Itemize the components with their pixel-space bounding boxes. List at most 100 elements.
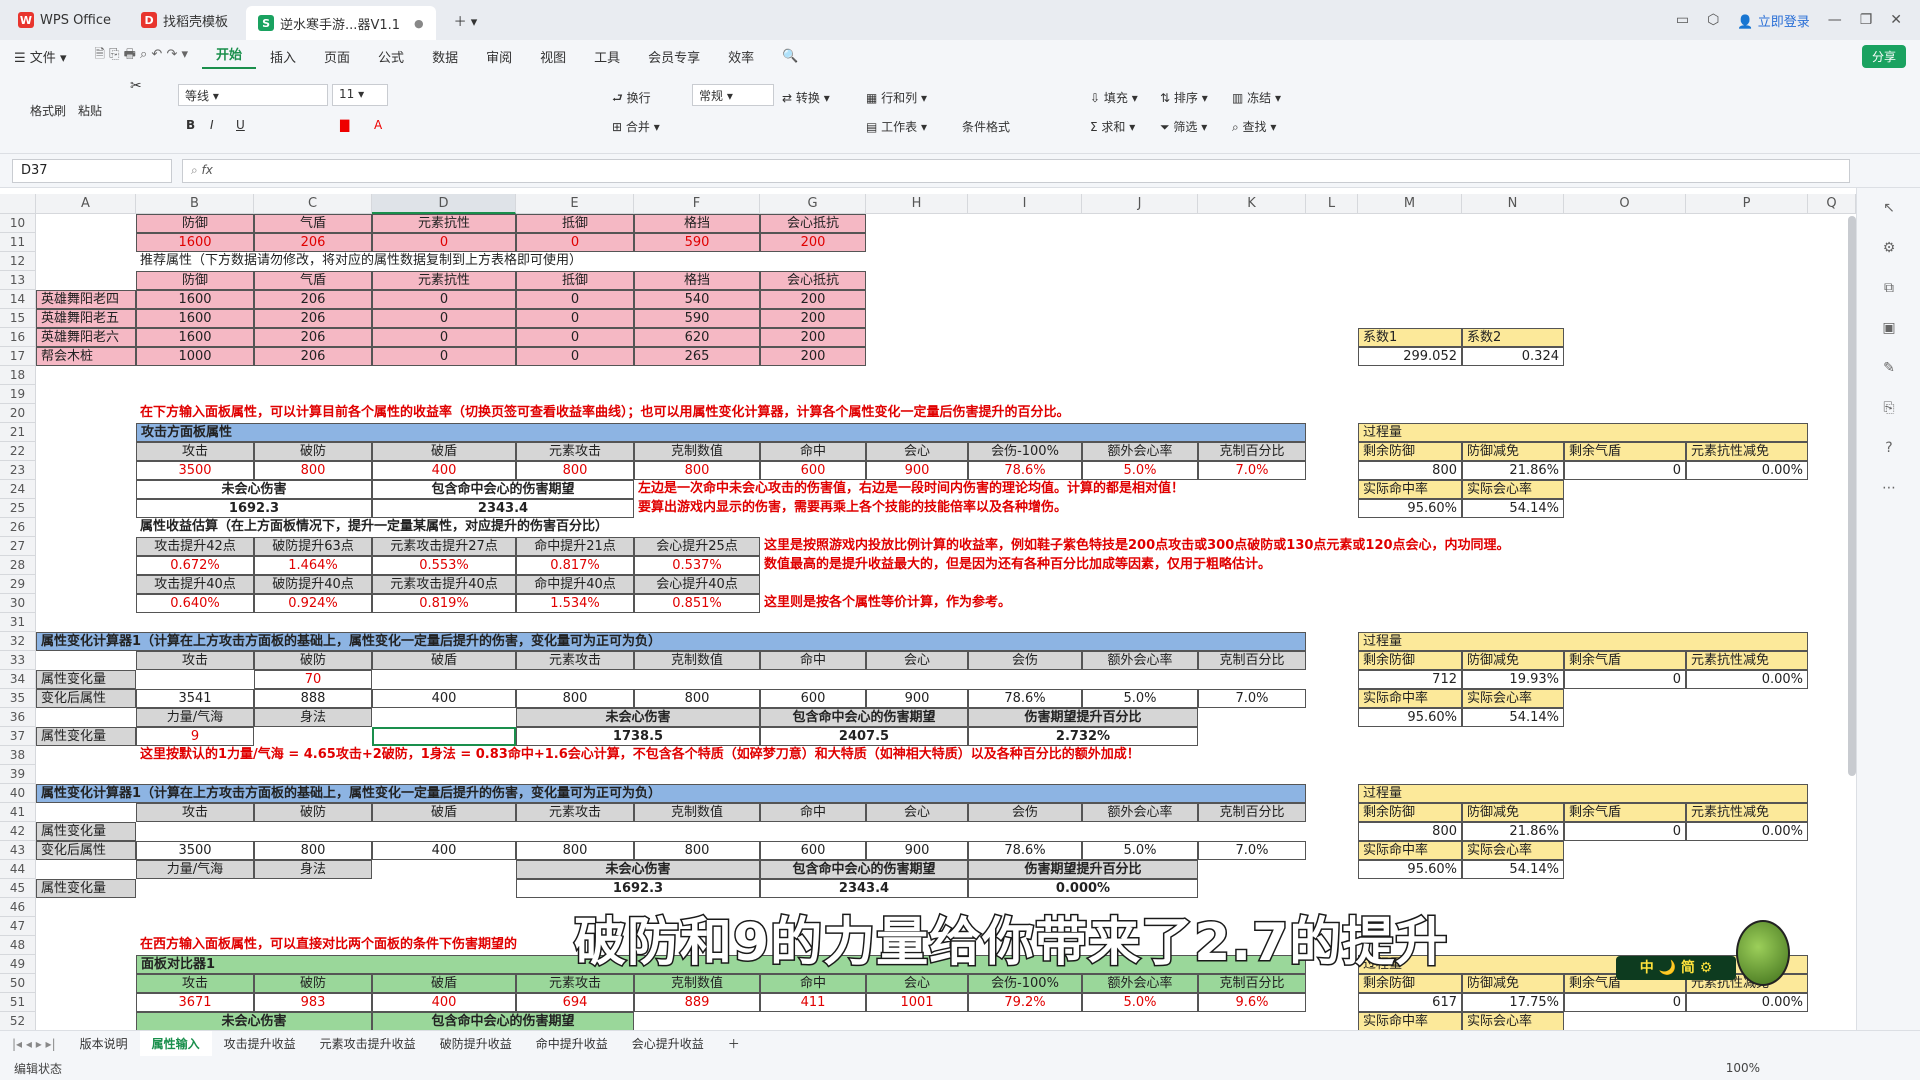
cell[interactable]: 攻击 [136,974,254,993]
selected-cell[interactable] [372,727,516,746]
search-icon[interactable]: 🔍 [768,49,812,64]
row-header[interactable]: 21 [0,423,36,442]
cell[interactable]: 299.052 [1358,347,1462,366]
cell[interactable]: 变化后属性 [36,841,136,860]
cell[interactable]: 206 [254,328,372,347]
row-header[interactable]: 41 [0,803,36,822]
cell[interactable]: 攻击 [136,803,254,822]
cell[interactable]: 1600 [136,309,254,328]
cell[interactable]: 剩余防御 [1358,974,1462,993]
underline-icon[interactable]: U [236,118,245,132]
cell[interactable]: 800 [516,461,634,480]
col-header[interactable]: N [1462,194,1564,214]
layout-icon[interactable]: ▭ [1676,12,1689,28]
cell[interactable]: 200 [760,290,866,309]
cell[interactable]: 这里则是按各个属性等价计算，作为参考。 [760,594,1358,613]
cond-format-button[interactable]: 条件格式 [962,118,1010,135]
cell[interactable]: 元素攻击提升40点 [372,575,516,594]
cell[interactable]: 破防 [254,974,372,993]
cell[interactable]: 2407.5 [760,727,968,746]
cell[interactable]: 78.6% [968,841,1082,860]
cell[interactable]: 78.6% [968,689,1082,708]
font-color-icon[interactable]: A [374,118,382,132]
vertical-scrollbar[interactable] [1848,216,1856,776]
cell[interactable]: 400 [372,841,516,860]
row-header[interactable]: 42 [0,822,36,841]
cell[interactable]: 力量/气海 [136,860,254,879]
cell[interactable]: 620 [634,328,760,347]
cell[interactable]: 破防 [254,651,372,670]
cell[interactable]: 0 [372,290,516,309]
row-header[interactable]: 27 [0,537,36,556]
sort-button[interactable]: ⇅ 排序 ▾ [1160,89,1208,106]
font-size-select[interactable]: 11 ▾ [332,84,388,106]
cell[interactable]: 防御 [136,214,254,233]
tab-docer[interactable]: D 找稻壳模板 [129,5,240,35]
sheet-tab-hit[interactable]: 命中提升收益 [524,1035,620,1052]
row-header[interactable]: 26 [0,518,36,537]
cell[interactable]: 剩余气盾 [1564,651,1686,670]
cell[interactable]: 7.0% [1198,689,1306,708]
tab-sheet[interactable]: S 逆水寒手游...器V1.1 ● [246,6,436,40]
col-header[interactable]: J [1082,194,1198,214]
cell[interactable]: 0.924% [254,594,372,613]
cell[interactable]: 200 [760,233,866,252]
cell[interactable]: 206 [254,347,372,366]
cell[interactable]: 1.534% [516,594,634,613]
cell[interactable]: 3500 [136,461,254,480]
col-header[interactable]: M [1358,194,1462,214]
row-header[interactable]: 49 [0,955,36,974]
menu-item-member[interactable]: 会员专享 [634,47,714,66]
fill-button[interactable]: ⇩ 填充 ▾ [1090,89,1138,106]
cell[interactable]: 属性变化量 [36,727,136,746]
fill-color-icon[interactable]: ▇ [340,118,349,132]
cell[interactable]: 属性变化计算器1（计算在上方攻击方面板的基础上，属性变化一定量后提升的伤害，变化… [36,784,1306,803]
cell[interactable]: 气盾 [254,271,372,290]
cell[interactable]: 800 [634,461,760,480]
cell[interactable]: 0 [516,290,634,309]
file-menu[interactable]: ☰ 文件 ▾ [0,47,80,66]
cell[interactable]: 抵御 [516,214,634,233]
cell[interactable]: 命中 [760,974,866,993]
cell[interactable]: 克制数值 [634,803,760,822]
format-painter-button[interactable]: 格式刷 [30,102,66,119]
cell[interactable]: 889 [634,993,760,1012]
cell[interactable]: 包含命中会心的伤害期望 [760,708,968,727]
cell[interactable]: 属性变化量 [36,670,136,689]
row-header[interactable]: 36 [0,708,36,727]
row-header[interactable]: 19 [0,385,36,404]
cell[interactable]: 0 [516,328,634,347]
col-header[interactable]: B [136,194,254,214]
convert-button[interactable]: ⇄ 转换 ▾ [782,89,830,106]
cell[interactable]: 400 [372,689,516,708]
cell[interactable]: 元素攻击 [516,651,634,670]
col-header[interactable]: C [254,194,372,214]
menu-item-insert[interactable]: 插入 [256,47,310,66]
row-header[interactable]: 12 [0,252,36,271]
cell[interactable]: 0.00% [1686,993,1808,1012]
cell[interactable]: 会心 [866,974,968,993]
row-header[interactable]: 38 [0,746,36,765]
cell[interactable]: 系数2 [1462,328,1564,347]
row-header[interactable]: 25 [0,499,36,518]
italic-icon[interactable]: I [210,118,214,132]
cell[interactable]: 防御减免 [1462,974,1564,993]
cell[interactable]: 元素抗性减免 [1686,803,1808,822]
row-header[interactable]: 22 [0,442,36,461]
cell[interactable]: 剩余气盾 [1564,803,1686,822]
cell[interactable]: 未会心伤害 [516,860,760,879]
cell[interactable]: 0.00% [1686,670,1808,689]
row-header[interactable]: 50 [0,974,36,993]
cell[interactable]: 实际命中率 [1358,480,1462,499]
freeze-button[interactable]: ▥ 冻结 ▾ [1232,89,1281,106]
cell[interactable]: 200 [760,347,866,366]
cell[interactable]: 21.86% [1462,461,1564,480]
cell[interactable]: 200 [760,309,866,328]
cell[interactable]: 0 [516,309,634,328]
cell[interactable]: 格挡 [634,271,760,290]
cell[interactable]: 会心抵抗 [760,271,866,290]
cell[interactable]: 800 [254,461,372,480]
cell[interactable]: 1.464% [254,556,372,575]
row-header[interactable]: 28 [0,556,36,575]
cell[interactable]: 实际命中率 [1358,1012,1462,1030]
